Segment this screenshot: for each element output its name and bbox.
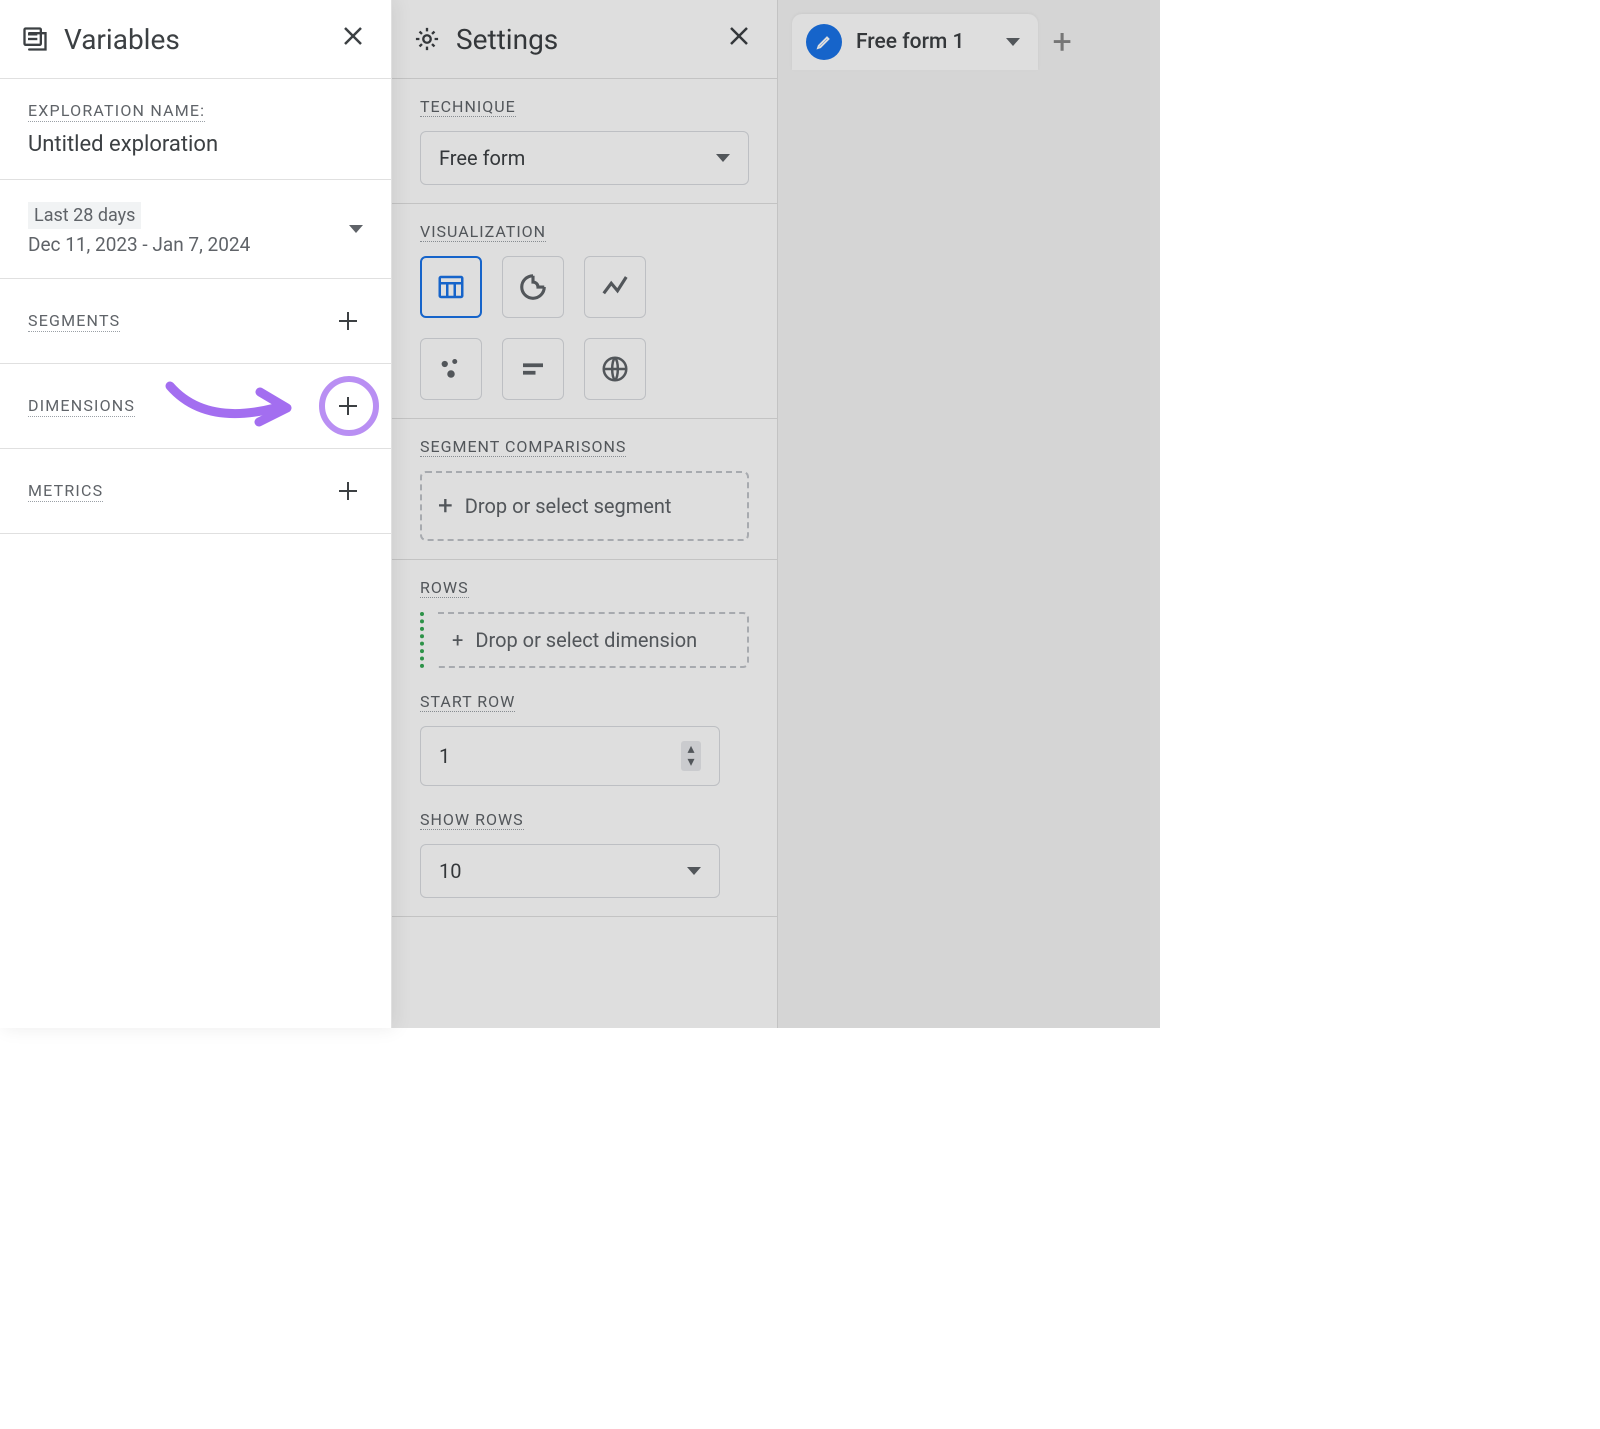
canvas-area: Free form 1 + — [778, 0, 1160, 1028]
viz-donut-button[interactable] — [502, 256, 564, 318]
date-range: Dec 11, 2023 - Jan 7, 2024 — [28, 233, 250, 256]
viz-bar-button[interactable] — [502, 338, 564, 400]
start-row-label: START ROW — [420, 692, 515, 712]
add-segment-button[interactable] — [333, 306, 363, 336]
arrow-annotation — [165, 376, 305, 436]
technique-label: TECHNIQUE — [420, 97, 516, 117]
variables-icon — [20, 24, 50, 54]
tab-label: Free form 1 — [856, 30, 964, 54]
technique-value: Free form — [439, 146, 525, 170]
plus-icon: + — [438, 491, 453, 521]
dimensions-label: DIMENSIONS — [28, 396, 135, 417]
show-rows-label: SHOW ROWS — [420, 810, 524, 830]
add-dimension-button[interactable] — [333, 391, 363, 421]
close-settings-button[interactable] — [721, 18, 757, 60]
viz-scatter-button[interactable] — [420, 338, 482, 400]
start-row-value: 1 — [439, 744, 450, 768]
date-preset: Last 28 days — [28, 202, 141, 229]
tab-freeform-1[interactable]: Free form 1 — [792, 14, 1038, 70]
viz-line-button[interactable] — [584, 256, 646, 318]
start-row-input[interactable]: 1 ▴▾ — [420, 726, 720, 786]
chevron-down-icon — [687, 867, 701, 875]
plus-icon: + — [452, 628, 463, 652]
gear-icon — [412, 24, 442, 54]
segment-drop-zone[interactable]: + Drop or select segment — [420, 471, 749, 541]
segment-drop-text: Drop or select segment — [465, 494, 672, 518]
date-range-selector[interactable]: Last 28 days Dec 11, 2023 - Jan 7, 2024 — [0, 180, 391, 278]
visualization-label: VISUALIZATION — [420, 222, 546, 242]
chevron-down-icon — [1006, 38, 1020, 46]
chevron-down-icon — [349, 225, 363, 233]
close-variables-button[interactable] — [335, 18, 371, 60]
pencil-icon — [806, 24, 842, 60]
exploration-name-input[interactable]: Untitled exploration — [28, 132, 363, 157]
technique-select[interactable]: Free form — [420, 131, 749, 185]
viz-table-button[interactable] — [420, 256, 482, 318]
add-tab-button[interactable]: + — [1038, 14, 1085, 70]
stepper-icon[interactable]: ▴▾ — [681, 741, 701, 771]
exploration-name-section: EXPLORATION NAME: Untitled exploration — [0, 79, 391, 179]
show-rows-select[interactable]: 10 — [420, 844, 720, 898]
rows-drop-text: Drop or select dimension — [475, 628, 697, 652]
viz-geo-button[interactable] — [584, 338, 646, 400]
metrics-section: METRICS — [0, 449, 391, 533]
segments-section: SEGMENTS — [0, 279, 391, 363]
variables-title: Variables — [64, 23, 321, 56]
segments-label: SEGMENTS — [28, 311, 120, 332]
exploration-name-label: EXPLORATION NAME: — [28, 101, 205, 122]
variables-panel: Variables EXPLORATION NAME: Untitled exp… — [0, 0, 392, 1028]
segment-comparisons-label: SEGMENT COMPARISONS — [420, 437, 626, 457]
rows-drop-zone[interactable]: + Drop or select dimension — [420, 612, 749, 668]
show-rows-value: 10 — [439, 859, 461, 883]
settings-panel: Settings TECHNIQUE Free form VISUALIZATI… — [392, 0, 778, 1028]
metrics-label: METRICS — [28, 481, 103, 502]
chevron-down-icon — [716, 154, 730, 162]
add-metric-button[interactable] — [333, 476, 363, 506]
dimensions-section: DIMENSIONS — [0, 364, 391, 448]
settings-title: Settings — [456, 23, 707, 56]
rows-label: ROWS — [420, 578, 469, 598]
